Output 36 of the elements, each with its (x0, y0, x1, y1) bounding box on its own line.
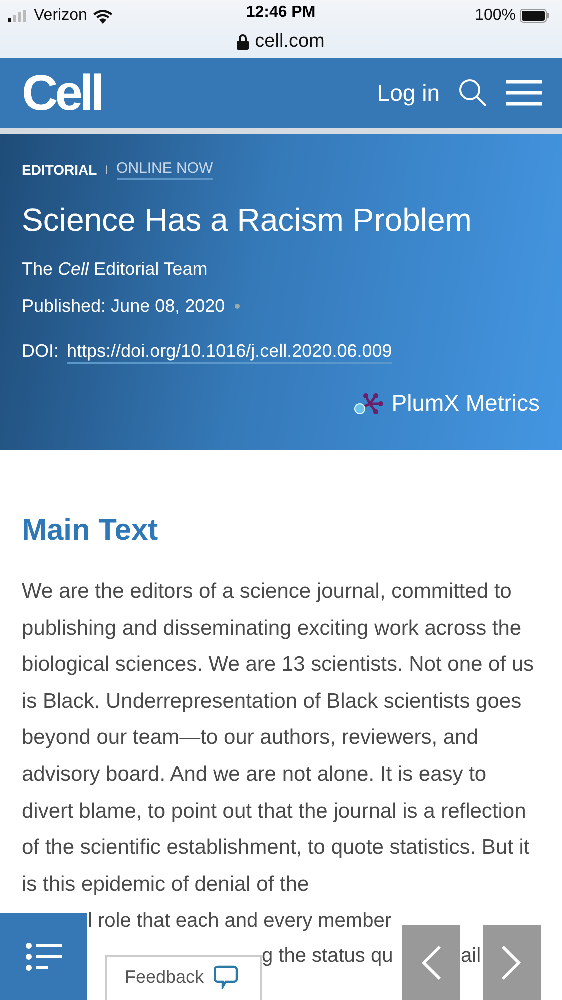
dot-icon (235, 304, 240, 309)
signal-icon (8, 10, 28, 22)
next-button[interactable] (483, 925, 541, 1000)
site-logo[interactable]: Cell (22, 64, 102, 122)
feedback-button[interactable]: Feedback (105, 955, 262, 1000)
chevron-left-icon (420, 944, 442, 980)
plumx-icon (354, 392, 384, 416)
doi-label: DOI: (22, 341, 60, 363)
carrier-name: Verizon (34, 7, 88, 25)
separator: I (105, 163, 109, 177)
section-heading: Main Text (22, 514, 160, 548)
battery-percent: 100% (475, 7, 516, 25)
search-icon[interactable] (458, 78, 488, 108)
list-icon (26, 942, 62, 970)
doi-link[interactable]: https://doi.org/10.1016/j.cell.2020.06.009 (67, 341, 392, 364)
article-type: EDITORIAL (22, 162, 98, 178)
online-now-link[interactable]: ONLINE NOW (116, 160, 214, 180)
plumx-metrics-link[interactable]: PlumX Metrics (392, 390, 540, 417)
chat-icon (214, 965, 238, 989)
body-text: ail (461, 945, 482, 968)
lock-icon (237, 34, 250, 50)
body-text: l role that each and every member (88, 910, 392, 933)
wifi-icon (93, 8, 114, 24)
login-link[interactable]: Log in (377, 80, 440, 106)
published-date: Published: June 08, 2020 (22, 296, 226, 317)
authors: The Cell Editorial Team (22, 259, 209, 280)
previous-button[interactable] (402, 925, 460, 1000)
chevron-right-icon (501, 944, 523, 980)
url-text[interactable]: cell.com (255, 31, 325, 53)
clock-time: 12:46 PM (246, 4, 316, 21)
outline-button[interactable] (0, 913, 87, 1000)
body-text: g the status qu (262, 945, 394, 968)
menu-icon[interactable] (506, 80, 542, 106)
body-paragraph: We are the editors of a science journal, committed to publishing and disseminating exciting work across the biological sciences. We are 13 scientists. Not one of us is Black. Underrepresentation of Black scientists goes beyond our team—to our authors, reviewers, and advisory board. And we are not alone. It is easy to divert blame, to point out that the journal is a reflection of the scientific establishment, to quote statistics. But it is this epidemic of denial of the (22, 579, 536, 898)
battery-icon (520, 9, 550, 23)
article-title: Science Has a Racism Problem (22, 202, 473, 239)
